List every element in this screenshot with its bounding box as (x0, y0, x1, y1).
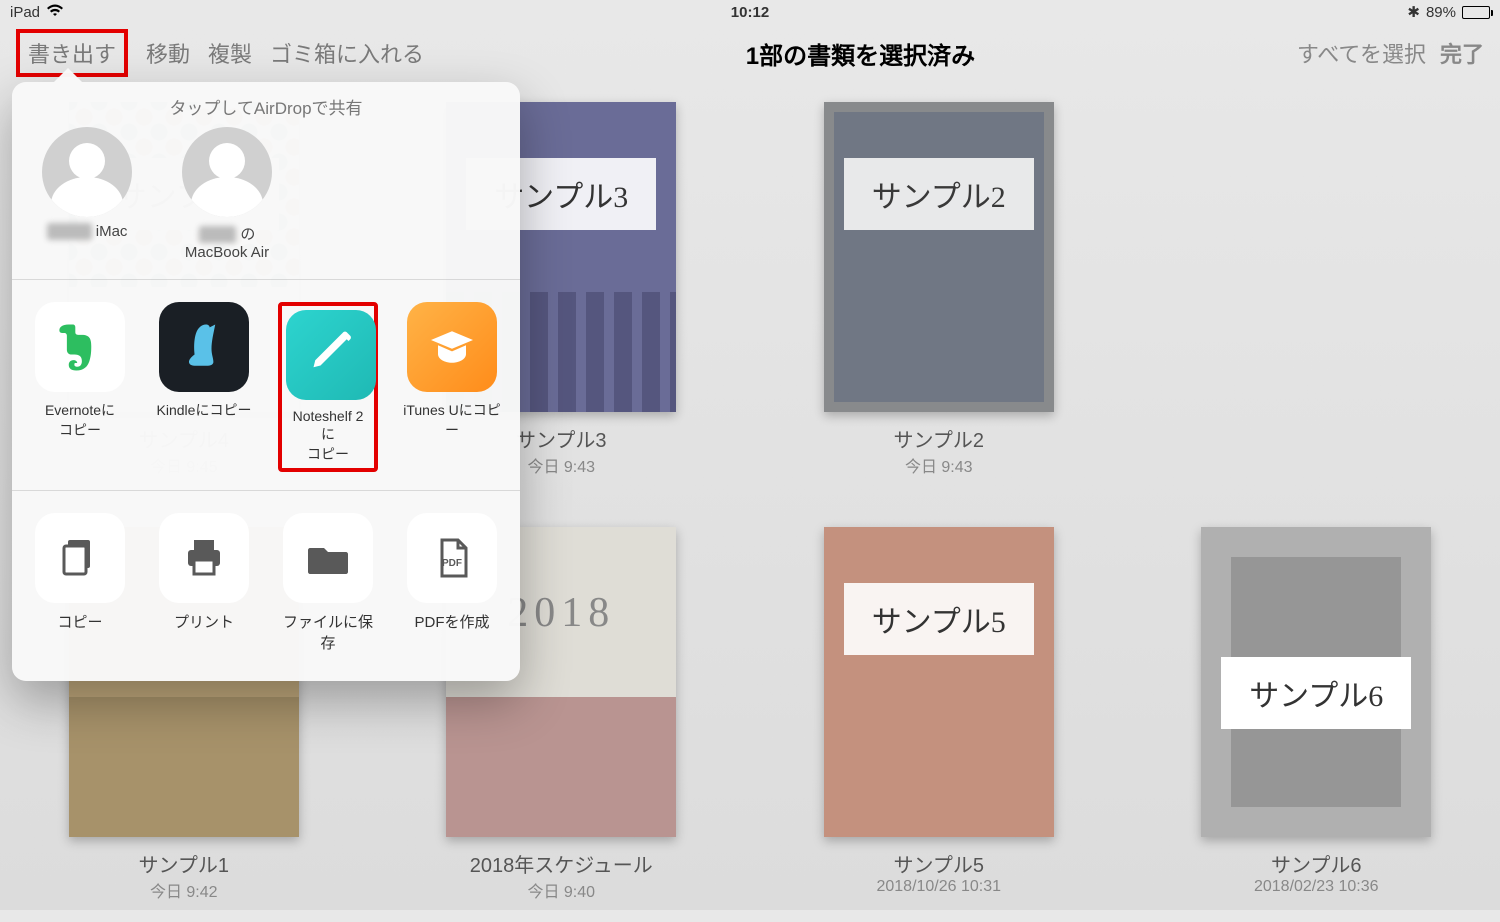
app-label: Noteshelf 2に (286, 408, 370, 444)
folder-icon (283, 513, 373, 603)
pdf-icon: PDF (407, 513, 497, 603)
wifi-icon (46, 3, 64, 21)
airdrop-label: iMac (96, 223, 128, 240)
done-button[interactable]: 完了 (1440, 37, 1484, 69)
select-all-button[interactable]: すべてを選択 (1297, 37, 1426, 69)
share-app-noteshelf[interactable]: Noteshelf 2に コピー (278, 302, 378, 472)
battery-icon (1462, 6, 1490, 19)
document-cover: サンプル6 (1201, 527, 1431, 837)
airdrop-label: の (240, 226, 255, 243)
evernote-icon (35, 302, 125, 392)
kindle-icon (159, 302, 249, 392)
cover-label: サンプル6 (1221, 657, 1411, 729)
airdrop-title: タップしてAirDropで共有 (12, 92, 520, 127)
avatar-icon (42, 127, 132, 217)
document-date: 2018/10/26 10:31 (795, 878, 1083, 896)
action-label: ファイルに保存 (278, 611, 378, 653)
clock: 10:12 (503, 4, 996, 21)
noteshelf-icon (286, 310, 376, 400)
share-app-itunesu[interactable]: iTunes Uにコピー (402, 302, 502, 472)
svg-text:PDF: PDF (442, 558, 462, 569)
print-icon (159, 513, 249, 603)
document-item[interactable]: サンプル2 サンプル2 今日 9:43 (795, 102, 1083, 477)
popover-caret-icon (52, 68, 84, 84)
airdrop-label: MacBook Air (172, 244, 282, 261)
battery-pct: 89% (1426, 4, 1456, 21)
document-item[interactable]: サンプル6 サンプル6 2018/02/23 10:36 (1173, 527, 1461, 902)
action-copy[interactable]: コピー (30, 513, 130, 653)
copy-icon (35, 513, 125, 603)
selection-overlay (824, 102, 1054, 412)
airdrop-target[interactable]: xxxxx の MacBook Air (172, 127, 282, 261)
page-title: 1部の書類を選択済み (424, 36, 1297, 71)
itunesu-icon (407, 302, 497, 392)
action-label: プリント (154, 611, 254, 632)
share-sheet: タップしてAirDropで共有 xxxxxx iMac xxxxx の MacB… (12, 82, 520, 681)
document-date: 今日 9:40 (418, 878, 706, 902)
document-title: サンプル6 (1173, 849, 1461, 878)
share-app-kindle[interactable]: Kindleにコピー (154, 302, 254, 472)
document-title: 2018年スケジュール (418, 849, 706, 878)
app-label: コピー (30, 420, 130, 440)
document-title: サンプル1 (40, 849, 328, 878)
app-label: Kindleにコピー (154, 400, 254, 420)
status-bar: iPad 10:12 ✱ 89% (0, 0, 1500, 24)
document-title: サンプル5 (795, 849, 1083, 878)
redacted-name: xxxxx (199, 226, 237, 243)
app-label: Evernoteに (30, 400, 130, 420)
trash-button[interactable]: ゴミ箱に入れる (270, 37, 424, 69)
action-save-file[interactable]: ファイルに保存 (278, 513, 378, 653)
move-button[interactable]: 移動 (146, 37, 190, 69)
redacted-name: xxxxxx (47, 223, 92, 240)
document-date: 今日 9:42 (40, 878, 328, 902)
action-create-pdf[interactable]: PDF PDFを作成 (402, 513, 502, 653)
airdrop-target[interactable]: xxxxxx iMac (32, 127, 142, 261)
document-date: 2018/02/23 10:36 (1173, 878, 1461, 896)
document-cover: サンプル2 (824, 102, 1054, 412)
device-label: iPad (10, 4, 40, 21)
app-label: iTunes Uにコピー (402, 400, 502, 440)
action-label: PDFを作成 (402, 611, 502, 632)
toolbar: 書き出す 移動 複製 ゴミ箱に入れる 1部の書類を選択済み すべてを選択 完了 (0, 24, 1500, 82)
cover-label: サンプル5 (844, 583, 1034, 655)
app-label: コピー (286, 444, 370, 464)
document-cover: サンプル5 (824, 527, 1054, 837)
duplicate-button[interactable]: 複製 (208, 37, 252, 69)
document-title: サンプル2 (795, 424, 1083, 453)
document-item[interactable]: サンプル5 サンプル5 2018/10/26 10:31 (795, 527, 1083, 902)
action-print[interactable]: プリント (154, 513, 254, 653)
share-app-evernote[interactable]: Evernoteに コピー (30, 302, 130, 472)
avatar-icon (182, 127, 272, 217)
document-date: 今日 9:43 (795, 453, 1083, 477)
action-label: コピー (30, 611, 130, 632)
bluetooth-icon: ✱ (1407, 3, 1420, 21)
